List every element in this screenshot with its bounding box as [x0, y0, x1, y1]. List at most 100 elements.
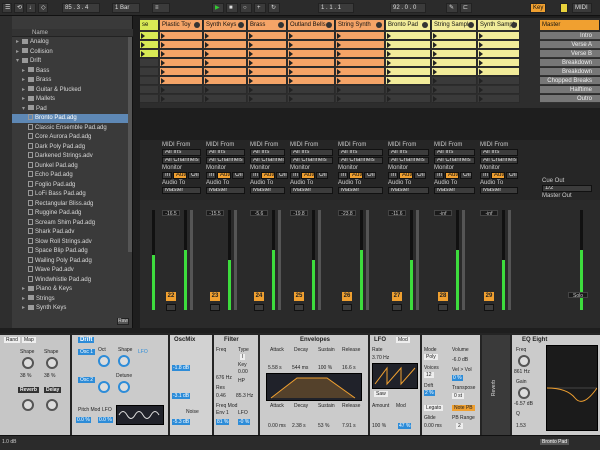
monitor-in-button[interactable]: In [338, 172, 348, 179]
browser-item[interactable]: ▸ Strings [12, 295, 129, 304]
browser-item[interactable]: Echo Pad.adg [12, 171, 129, 180]
clip-slot[interactable] [432, 59, 477, 67]
clip-slot[interactable] [204, 95, 247, 103]
clip-slot[interactable] [204, 50, 247, 58]
volume-fader[interactable] [190, 210, 193, 310]
macro-shape-knob[interactable] [22, 357, 34, 369]
clip-launch-icon[interactable] [479, 42, 483, 48]
clip-launch-icon[interactable] [433, 96, 437, 102]
clip-slot[interactable] [248, 59, 287, 67]
clip-slot[interactable] [336, 32, 385, 40]
solo-button[interactable] [484, 304, 494, 311]
clip-launch-icon[interactable] [337, 42, 341, 48]
track-header[interactable]: Synth Keys [204, 20, 247, 30]
record-button[interactable]: ○ [240, 3, 252, 13]
metronome-icon[interactable]: ♩ [26, 3, 36, 13]
menu-icon[interactable]: ☰ [2, 3, 12, 13]
clip-launch-icon[interactable] [161, 42, 165, 48]
clip-slot[interactable] [140, 50, 159, 58]
browser-item[interactable]: Space Blip Pad.adg [12, 247, 129, 256]
voices-select[interactable]: 12 [424, 372, 434, 378]
clip-slot[interactable] [432, 41, 477, 49]
monitor-in-button[interactable]: In [290, 172, 300, 179]
clip-slot[interactable] [140, 32, 159, 40]
loop-icon[interactable]: ◇ [38, 3, 48, 13]
lfo-amount-value[interactable]: 100 % [372, 423, 386, 429]
volume-value[interactable]: -6.0 dB [452, 357, 468, 363]
clip-launch-icon[interactable] [289, 33, 293, 39]
monitor-auto-button[interactable]: Auto [349, 172, 363, 179]
solo-button[interactable] [342, 304, 352, 311]
clip-slot[interactable] [432, 32, 477, 40]
cue-out-select[interactable]: 1/2 [542, 185, 592, 192]
track-volume-value[interactable]: -19.8 [290, 210, 308, 217]
clip-launch-icon[interactable] [249, 33, 253, 39]
clip-slot[interactable] [432, 95, 477, 103]
audio-to-select[interactable]: Master [162, 187, 201, 194]
clip-slot[interactable] [288, 41, 335, 49]
browser-item[interactable]: ▸ Collision [12, 48, 129, 57]
audio-to-select[interactable]: Master [388, 187, 429, 194]
clip-slot[interactable] [336, 86, 385, 94]
track-activator-button[interactable]: 29 [484, 292, 494, 301]
clip-slot[interactable] [288, 86, 335, 94]
glide-value[interactable]: 0.00 ms [424, 423, 442, 429]
browser-item[interactable]: Ruggine Pad.adg [12, 209, 129, 218]
volume-fader[interactable] [278, 210, 281, 310]
track-volume-value[interactable]: -inf [434, 210, 452, 217]
clip-launch-icon[interactable] [433, 42, 437, 48]
monitor-off-button[interactable]: Off [506, 172, 518, 179]
browser-item[interactable]: ▸ Mallets [12, 95, 129, 104]
clip-slot[interactable] [288, 32, 335, 40]
clip-launch-icon[interactable] [387, 87, 391, 93]
solo-button[interactable] [438, 304, 448, 311]
osc2-level[interactable]: -3.1 dB [172, 393, 191, 399]
clip-slot[interactable] [478, 41, 520, 49]
clip-slot[interactable] [160, 95, 203, 103]
clip-slot[interactable] [432, 77, 477, 85]
osc1-label[interactable]: Osc 1 [78, 349, 96, 355]
clip-slot[interactable] [140, 77, 159, 85]
clip-slot[interactable] [160, 77, 203, 85]
clip-launch-icon[interactable] [249, 60, 253, 66]
clip-launch-icon[interactable] [161, 60, 165, 66]
clip-slot[interactable] [288, 59, 335, 67]
clip-launch-icon[interactable] [205, 60, 209, 66]
pitch-mod-value1[interactable]: 0.0 % [76, 417, 91, 423]
clip-launch-icon[interactable] [141, 51, 145, 57]
detune-knob[interactable] [118, 381, 130, 393]
clip-launch-icon[interactable] [337, 33, 341, 39]
clip-launch-icon[interactable] [205, 78, 209, 84]
osc1-level[interactable]: -1.8 dB [172, 365, 191, 371]
punch-icon[interactable]: ⊏ [460, 3, 472, 13]
clip-launch-icon[interactable] [433, 78, 437, 84]
clip-slot[interactable] [204, 68, 247, 76]
decay2-value[interactable]: 2.38 s [292, 423, 306, 429]
tempo-field[interactable]: 92 . 0 . 0 [390, 3, 426, 13]
browser-item[interactable]: Scream Shim Pad.adg [12, 218, 129, 228]
browser-item[interactable]: Rectangular Bliss.adg [12, 199, 129, 209]
clip-slot[interactable] [160, 50, 203, 58]
clip-launch-icon[interactable] [205, 33, 209, 39]
oct-knob[interactable] [98, 355, 110, 367]
clip-launch-icon[interactable] [387, 33, 391, 39]
clip-launch-icon[interactable] [161, 51, 165, 57]
scene-launch-button[interactable]: Chopped Breaks [540, 77, 600, 85]
clip-slot[interactable] [160, 68, 203, 76]
monitor-off-button[interactable]: Off [364, 172, 376, 179]
track-volume-value[interactable]: -5.6 [250, 210, 268, 217]
track-activator-button[interactable]: 24 [254, 292, 264, 301]
track-header[interactable]: Synth Sample [478, 20, 520, 30]
midi-channel-select[interactable]: All Channels [434, 157, 475, 164]
browser-item[interactable]: Dark Poly Pad.adg [12, 142, 129, 152]
volume-fader[interactable] [366, 210, 369, 310]
clip-launch-icon[interactable] [249, 69, 253, 75]
midi-channel-select[interactable]: All Channels [338, 157, 383, 164]
monitor-auto-button[interactable]: Auto [445, 172, 459, 179]
clip-slot[interactable] [248, 41, 287, 49]
attack-value[interactable]: 5.58 s [268, 365, 282, 371]
eq-curve-display[interactable] [546, 345, 598, 431]
clip-launch-icon[interactable] [205, 69, 209, 75]
volume-fader[interactable] [462, 210, 465, 310]
track-fold-icon[interactable] [326, 22, 332, 28]
